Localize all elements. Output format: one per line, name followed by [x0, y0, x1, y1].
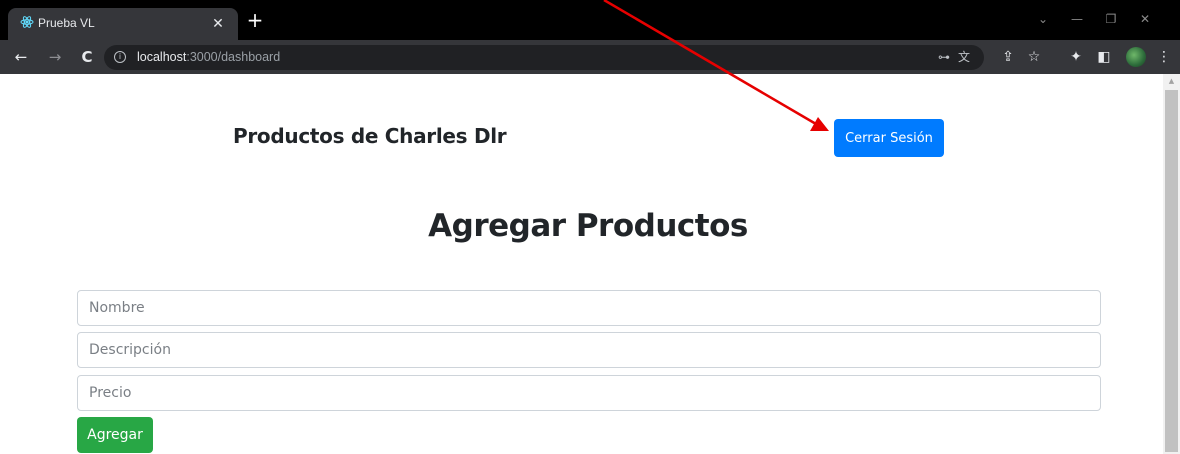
- extensions-icon[interactable]: ✦: [1066, 47, 1086, 67]
- menu-icon[interactable]: ⋮: [1154, 47, 1174, 67]
- url-path: :3000/dashboard: [186, 50, 281, 64]
- address-bar[interactable]: i localhost:3000/dashboard ⊶ 文: [104, 45, 984, 70]
- tab-title: Prueba VL: [38, 16, 95, 30]
- browser-tab[interactable]: Prueba VL ✕: [8, 8, 238, 40]
- description-input[interactable]: [77, 332, 1101, 368]
- logout-button[interactable]: Cerrar Sesión: [834, 119, 944, 157]
- react-icon: [20, 16, 34, 28]
- minimize-icon[interactable]: —: [1066, 8, 1088, 30]
- new-tab-icon[interactable]: +: [246, 10, 264, 30]
- name-input[interactable]: [77, 290, 1101, 326]
- browser-window: Prueba VL ✕ + ⌄ — ❐ ✕ ← → C i localhost:…: [0, 0, 1180, 454]
- scroll-up-icon[interactable]: ▲: [1163, 74, 1180, 88]
- url-host: localhost: [137, 50, 187, 64]
- tab-close-icon[interactable]: ✕: [210, 16, 226, 32]
- translate-icon[interactable]: 文: [956, 49, 972, 65]
- add-button[interactable]: Agregar: [77, 417, 153, 453]
- share-icon[interactable]: ⇪: [998, 47, 1018, 67]
- price-input[interactable]: [77, 375, 1101, 411]
- url-text[interactable]: localhost:3000/dashboard: [137, 50, 280, 64]
- reload-icon[interactable]: C: [78, 48, 96, 66]
- window-close-icon[interactable]: ✕: [1134, 8, 1156, 30]
- page-scrollbar[interactable]: ▲: [1163, 74, 1180, 454]
- tab-strip: Prueba VL ✕ + ⌄ — ❐ ✕: [0, 0, 1180, 40]
- profile-avatar[interactable]: [1126, 47, 1146, 67]
- forward-icon[interactable]: →: [46, 48, 64, 66]
- restore-icon[interactable]: ❐: [1100, 8, 1122, 30]
- page-title: Agregar Productos: [428, 208, 748, 244]
- tab-search-icon[interactable]: ⌄: [1032, 8, 1054, 30]
- annotation-arrow-head: [810, 117, 829, 131]
- side-panel-icon[interactable]: ◧: [1094, 47, 1114, 67]
- back-icon[interactable]: ←: [12, 48, 30, 66]
- scroll-thumb[interactable]: [1165, 90, 1178, 452]
- key-icon[interactable]: ⊶: [936, 49, 952, 65]
- site-info-icon[interactable]: i: [114, 51, 126, 63]
- brand-title: Productos de Charles Dlr: [233, 124, 507, 148]
- star-icon[interactable]: ☆: [1024, 47, 1044, 67]
